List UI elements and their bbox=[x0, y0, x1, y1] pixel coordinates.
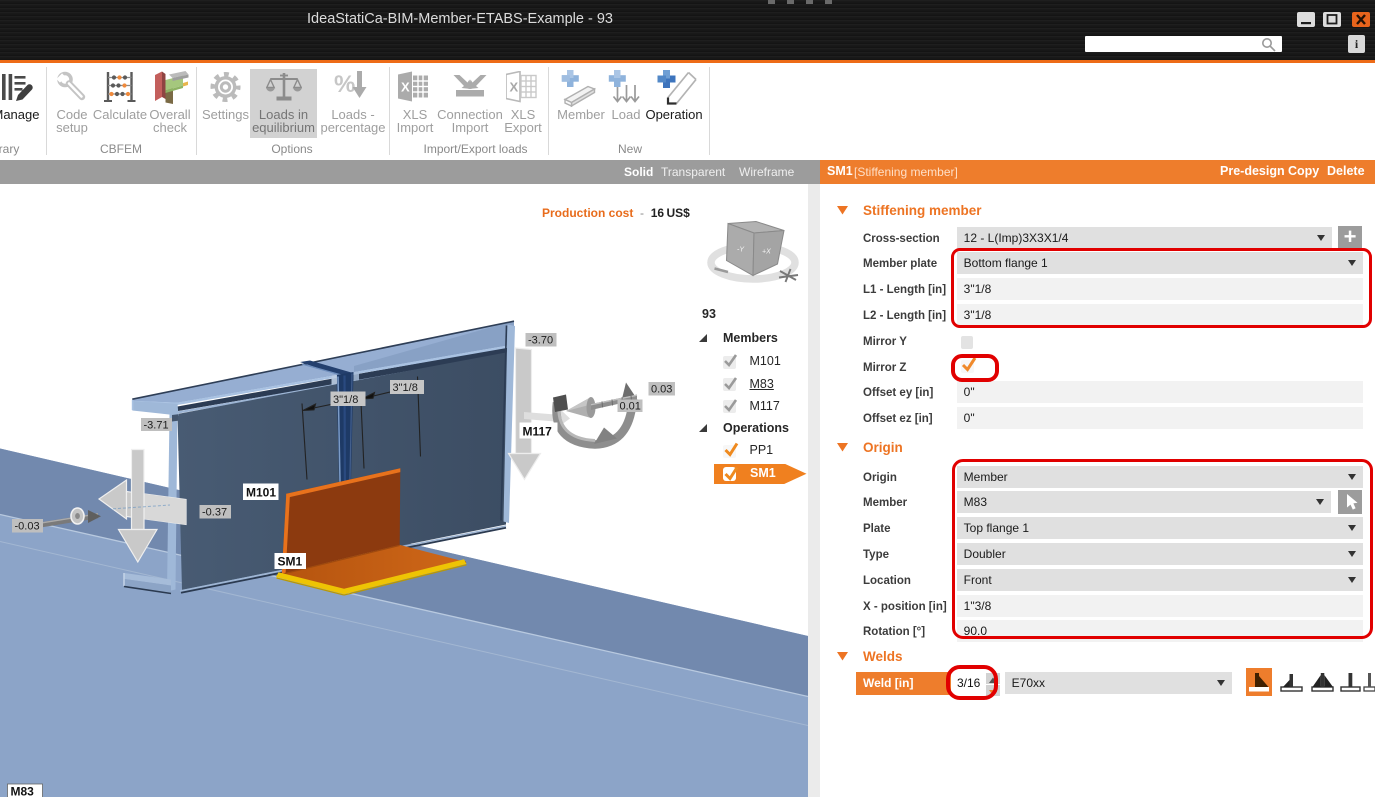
svg-text:-3.70: -3.70 bbox=[528, 334, 553, 346]
svg-text:0.03: 0.03 bbox=[651, 383, 672, 395]
svg-text:X: X bbox=[401, 79, 410, 94]
svg-text:X: X bbox=[510, 79, 519, 94]
svg-text:M117: M117 bbox=[523, 424, 553, 438]
svg-text:-0.37: -0.37 bbox=[202, 506, 227, 518]
svg-text:+X: +X bbox=[762, 248, 771, 255]
svg-text:M83: M83 bbox=[11, 784, 35, 797]
svg-text:3"1/8: 3"1/8 bbox=[333, 394, 358, 406]
svg-text:M101: M101 bbox=[246, 485, 276, 499]
svg-text:3"1/8: 3"1/8 bbox=[393, 382, 418, 394]
svg-text:0.01: 0.01 bbox=[620, 400, 641, 412]
svg-text:SM1: SM1 bbox=[278, 554, 303, 568]
svg-text:%: % bbox=[334, 71, 355, 98]
svg-text:-0.03: -0.03 bbox=[15, 520, 40, 532]
svg-text:-3.71: -3.71 bbox=[144, 419, 169, 431]
